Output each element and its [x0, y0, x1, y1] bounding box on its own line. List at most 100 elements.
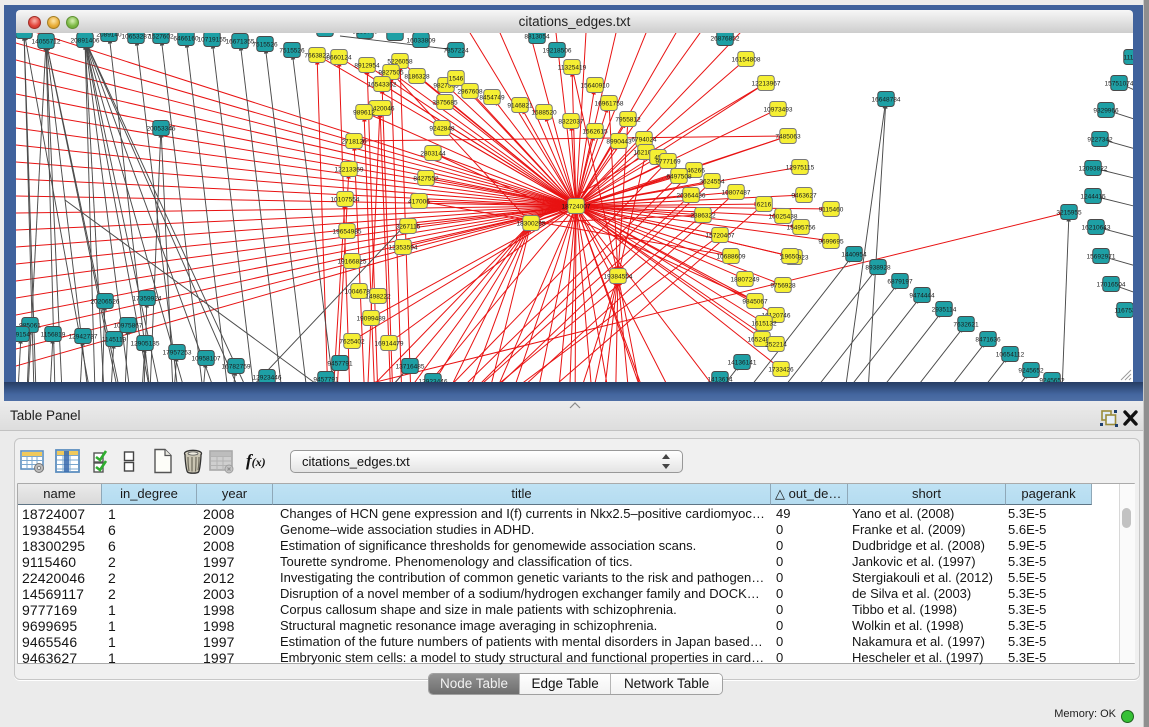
svg-text:9474444: 9474444 — [909, 293, 935, 300]
svg-text:12942737: 12942737 — [69, 334, 98, 341]
svg-text:14055712: 14055712 — [32, 39, 61, 46]
svg-text:19654985: 19654985 — [333, 229, 362, 236]
svg-text:3875685: 3875685 — [432, 100, 458, 107]
svg-text:11325419: 11325419 — [558, 65, 587, 72]
svg-text:3215955: 3215955 — [1056, 210, 1082, 217]
svg-text:19099489: 19099489 — [357, 316, 386, 323]
svg-text:7357224: 7357224 — [443, 48, 469, 55]
svg-text:989612: 989612 — [353, 110, 375, 117]
svg-text:17957253: 17957253 — [163, 350, 192, 357]
svg-text:12905135: 12905135 — [131, 341, 160, 348]
svg-text:252214: 252214 — [765, 342, 787, 349]
svg-text:7515526: 7515526 — [252, 42, 278, 49]
svg-text:1498222: 1498222 — [365, 294, 391, 301]
svg-text:7485063: 7485063 — [775, 134, 801, 141]
svg-text:12213967: 12213967 — [752, 81, 781, 88]
svg-text:16210643: 16210643 — [1082, 225, 1111, 232]
svg-text:2803144: 2803144 — [420, 151, 446, 158]
svg-text:9457791: 9457791 — [327, 361, 353, 368]
svg-text:9242848: 9242848 — [429, 126, 455, 133]
svg-text:9827505: 9827505 — [378, 70, 404, 77]
svg-text:16914479: 16914479 — [375, 341, 404, 348]
svg-text:10975867: 10975867 — [114, 323, 143, 330]
svg-text:2718126: 2718126 — [341, 139, 367, 146]
svg-text:6794024: 6794024 — [631, 137, 657, 144]
svg-text:39154: 39154 — [16, 332, 30, 339]
svg-text:8660124: 8660124 — [326, 55, 352, 62]
svg-text:7955812: 7955812 — [615, 117, 641, 124]
svg-text:6879197: 6879197 — [887, 279, 913, 286]
svg-text:8938928: 8938928 — [865, 265, 891, 272]
svg-text:20891406: 20891406 — [71, 38, 100, 45]
svg-text:12923446: 12923446 — [253, 375, 282, 382]
svg-text:1244415: 1244415 — [1080, 194, 1106, 201]
svg-text:8186328: 8186328 — [404, 74, 430, 81]
svg-text:1145119: 1145119 — [102, 337, 127, 344]
svg-text:10025438: 10025438 — [769, 214, 798, 221]
svg-text:9699695: 9699695 — [818, 239, 844, 246]
svg-text:7515526: 7515526 — [279, 48, 305, 55]
svg-text:1413614: 1413614 — [707, 377, 733, 383]
svg-text:7625402: 7625402 — [339, 339, 365, 346]
svg-text:15640910: 15640910 — [581, 83, 610, 90]
svg-text:19218506: 19218506 — [543, 48, 572, 55]
svg-text:1562615: 1562615 — [582, 129, 608, 136]
svg-text:15495756: 15495756 — [787, 225, 816, 232]
svg-text:26876852: 26876852 — [711, 36, 740, 43]
svg-text:12213369: 12213369 — [335, 167, 364, 174]
svg-text:14136141: 14136141 — [728, 360, 757, 367]
svg-text:417006: 417006 — [408, 199, 430, 206]
svg-text:17016504: 17016504 — [1097, 282, 1126, 289]
svg-text:18300295: 18300295 — [517, 221, 546, 228]
svg-text:9777169: 9777169 — [655, 159, 681, 166]
svg-text:9463627: 9463627 — [791, 193, 817, 200]
svg-text:19166825: 19166825 — [338, 259, 367, 266]
svg-text:9146821: 9146821 — [507, 103, 533, 110]
svg-text:18724007: 18724007 — [562, 204, 591, 211]
svg-text:8912954: 8912954 — [354, 63, 380, 70]
svg-text:10807487: 10807487 — [722, 190, 751, 197]
svg-text:16782759: 16782759 — [222, 364, 251, 371]
svg-text:9329966: 9329966 — [1093, 108, 1119, 115]
svg-text:10973493: 10973493 — [764, 107, 793, 114]
svg-text:19384554: 19384554 — [604, 274, 633, 281]
svg-text:2935114: 2935114 — [932, 307, 957, 314]
svg-text:8813054: 8813054 — [524, 34, 550, 41]
svg-text:15751074: 15751074 — [1105, 81, 1133, 88]
svg-text:8322037: 8322037 — [558, 119, 584, 126]
svg-text:13716485: 13716485 — [396, 364, 425, 371]
svg-text:18807249: 18807249 — [731, 277, 760, 284]
svg-text:20053346: 20053346 — [147, 126, 176, 133]
svg-text:15692971: 15692971 — [1087, 254, 1116, 261]
svg-text:2386322: 2386322 — [690, 213, 716, 220]
svg-text:16671355: 16671355 — [226, 39, 255, 46]
svg-text:11121: 11121 — [1123, 55, 1133, 62]
svg-text:3267115: 3267115 — [396, 224, 421, 231]
svg-text:9845067: 9845067 — [742, 299, 768, 306]
svg-text:10958107: 10958107 — [192, 356, 221, 363]
svg-text:6497508: 6497508 — [666, 174, 692, 181]
svg-text:10107554: 10107554 — [331, 197, 360, 204]
svg-text:1733426: 1733426 — [768, 367, 794, 374]
svg-text:1546: 1546 — [449, 76, 464, 83]
svg-text:1527602: 1527602 — [148, 34, 174, 41]
svg-text:1156819: 1156819 — [41, 332, 66, 339]
svg-text:9457791: 9457791 — [313, 377, 339, 383]
svg-text:9245652: 9245652 — [1018, 368, 1044, 375]
svg-text:16154808: 16154808 — [732, 57, 761, 64]
svg-text:9245652: 9245652 — [1039, 378, 1065, 383]
svg-text:20364436: 20364436 — [677, 193, 706, 200]
svg-text:8990443: 8990443 — [606, 139, 632, 146]
svg-text:10719155: 10719155 — [198, 37, 227, 44]
svg-text:6466160: 6466160 — [173, 36, 199, 43]
svg-text:9115460: 9115460 — [819, 207, 844, 214]
svg-text:8133779: 8133779 — [352, 33, 378, 36]
svg-text:8471636: 8471636 — [975, 337, 1001, 344]
svg-text:9756928: 9756928 — [770, 283, 796, 290]
svg-text:20206526: 20206526 — [91, 299, 120, 306]
svg-text:9227342: 9227342 — [1087, 137, 1113, 144]
svg-text:116753: 116753 — [1114, 308, 1133, 315]
svg-text:16543362: 16543362 — [368, 82, 397, 89]
svg-text:3624554: 3624554 — [699, 179, 725, 186]
svg-text:12093822: 12093822 — [1079, 166, 1108, 173]
